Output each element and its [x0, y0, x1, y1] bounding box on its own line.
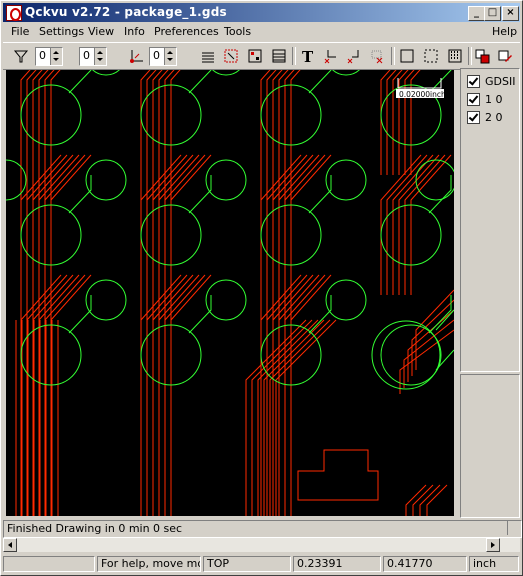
scroll-left-button[interactable]	[3, 538, 17, 552]
trace	[419, 484, 441, 516]
trace	[410, 154, 452, 295]
menu-file[interactable]: File	[11, 25, 29, 38]
layout-drawing: 0.02000inch	[6, 70, 454, 516]
trace	[170, 154, 212, 516]
scroll-right-button[interactable]	[486, 538, 500, 552]
scale-bar: 0.02000inch	[396, 78, 446, 99]
status-bar: For help, move mous TOP 0.23391 0.41770 …	[3, 555, 520, 573]
text-icon[interactable]: T	[298, 46, 318, 66]
menu-bar: File Settings View Info Preferences Tool…	[3, 23, 520, 41]
layer-list: GDSII 1 0 2 0	[460, 68, 520, 372]
horizontal-scrollbar[interactable]	[3, 538, 520, 552]
trace	[426, 484, 448, 516]
pad-circle	[6, 159, 27, 201]
pad-circle	[205, 159, 247, 201]
window-title: Qckvu v2.72 - package_1.gds	[25, 5, 227, 19]
layer-panel: GDSII 1 0 2 0	[460, 68, 520, 518]
menu-help[interactable]: Help	[492, 25, 517, 38]
cross-pad	[297, 449, 379, 501]
status-cell: TOP	[203, 556, 291, 572]
info-panel	[460, 374, 520, 518]
minimize-button[interactable]: _	[468, 6, 485, 21]
app-window: Qckvu v2.72 - package_1.gds _ □ × File S…	[0, 0, 523, 576]
status-message: Finished Drawing in 0 min 0 sec	[7, 522, 183, 535]
pad-link	[68, 70, 92, 94]
maximize-button[interactable]: □	[484, 6, 501, 21]
pad-link	[308, 175, 332, 214]
close-button[interactable]: ×	[502, 6, 519, 21]
pad-circle	[85, 159, 127, 201]
layer-checkbox[interactable]	[467, 110, 480, 124]
dashed-outline-icon[interactable]	[421, 46, 441, 66]
layout-canvas[interactable]: 0.02000inch	[6, 70, 454, 516]
trace	[50, 154, 92, 516]
status-x: 0.23391	[293, 556, 381, 572]
outline-icon[interactable]	[397, 46, 417, 66]
message-box: Finished Drawing in 0 min 0 sec	[3, 520, 522, 538]
pad-link	[435, 349, 454, 371]
menu-view[interactable]: View	[88, 25, 114, 38]
pad-link	[308, 295, 332, 334]
app-icon[interactable]	[6, 5, 22, 21]
list-icon[interactable]	[269, 46, 289, 66]
pad-circle	[325, 279, 367, 321]
pad-link	[428, 175, 452, 214]
layer-item-1-0[interactable]: 1 0	[467, 91, 503, 107]
fill-pattern-icon[interactable]	[445, 46, 465, 66]
layer-item-gdsii[interactable]: GDSII	[467, 73, 515, 89]
layer-spin-1[interactable]: 0	[35, 47, 63, 66]
trace	[415, 289, 454, 370]
pad-circle	[212, 70, 240, 76]
pad-circle	[325, 159, 367, 201]
message-scroll[interactable]	[507, 521, 521, 535]
trace	[50, 274, 92, 516]
status-help: For help, move mous	[97, 556, 201, 572]
trace	[412, 484, 434, 516]
layer-spin-2[interactable]: 0	[79, 47, 107, 66]
pad-circle	[92, 70, 120, 76]
filter-icon[interactable]	[11, 46, 31, 66]
depth-spin[interactable]: 0	[149, 47, 177, 66]
layer-item-2-0[interactable]: 2 0	[467, 109, 503, 125]
color-icon[interactable]	[472, 46, 492, 66]
clear-measure-icon[interactable]	[367, 46, 387, 66]
pad-circle	[332, 70, 360, 76]
status-units: inch	[469, 556, 519, 572]
pad-circle	[205, 279, 247, 321]
menu-tools[interactable]: Tools	[224, 25, 251, 38]
toolbar: 0 0 0 T	[3, 42, 520, 70]
trace	[170, 274, 212, 516]
menu-info[interactable]: Info	[124, 25, 145, 38]
status-blank	[3, 556, 95, 572]
origin-icon[interactable]	[127, 46, 147, 66]
pad-link	[68, 295, 92, 334]
pad-link	[308, 70, 332, 94]
pad-circle	[371, 320, 441, 390]
pad-link	[68, 175, 92, 214]
scale-label: 0.02000inch	[399, 90, 446, 99]
svg-text:T: T	[302, 48, 314, 64]
edit-color-icon[interactable]	[495, 46, 515, 66]
hierarchy-icon[interactable]	[221, 46, 241, 66]
title-bar: Qckvu v2.72 - package_1.gds _ □ ×	[3, 3, 520, 22]
layer-checkbox[interactable]	[467, 74, 480, 88]
menu-preferences[interactable]: Preferences	[154, 25, 219, 38]
menu-settings[interactable]: Settings	[39, 25, 84, 38]
trace	[407, 309, 454, 382]
pad-link	[188, 295, 212, 334]
layer-checkbox[interactable]	[467, 92, 480, 106]
pad-circle	[85, 279, 127, 321]
cells-icon[interactable]	[245, 46, 265, 66]
status-y: 0.41770	[383, 556, 467, 572]
layers-icon[interactable]	[198, 46, 218, 66]
measure-icon-1[interactable]	[321, 46, 341, 66]
measure-icon-2[interactable]	[344, 46, 364, 66]
pad-link	[188, 175, 212, 214]
trace	[405, 484, 427, 516]
pad-link	[188, 70, 212, 94]
